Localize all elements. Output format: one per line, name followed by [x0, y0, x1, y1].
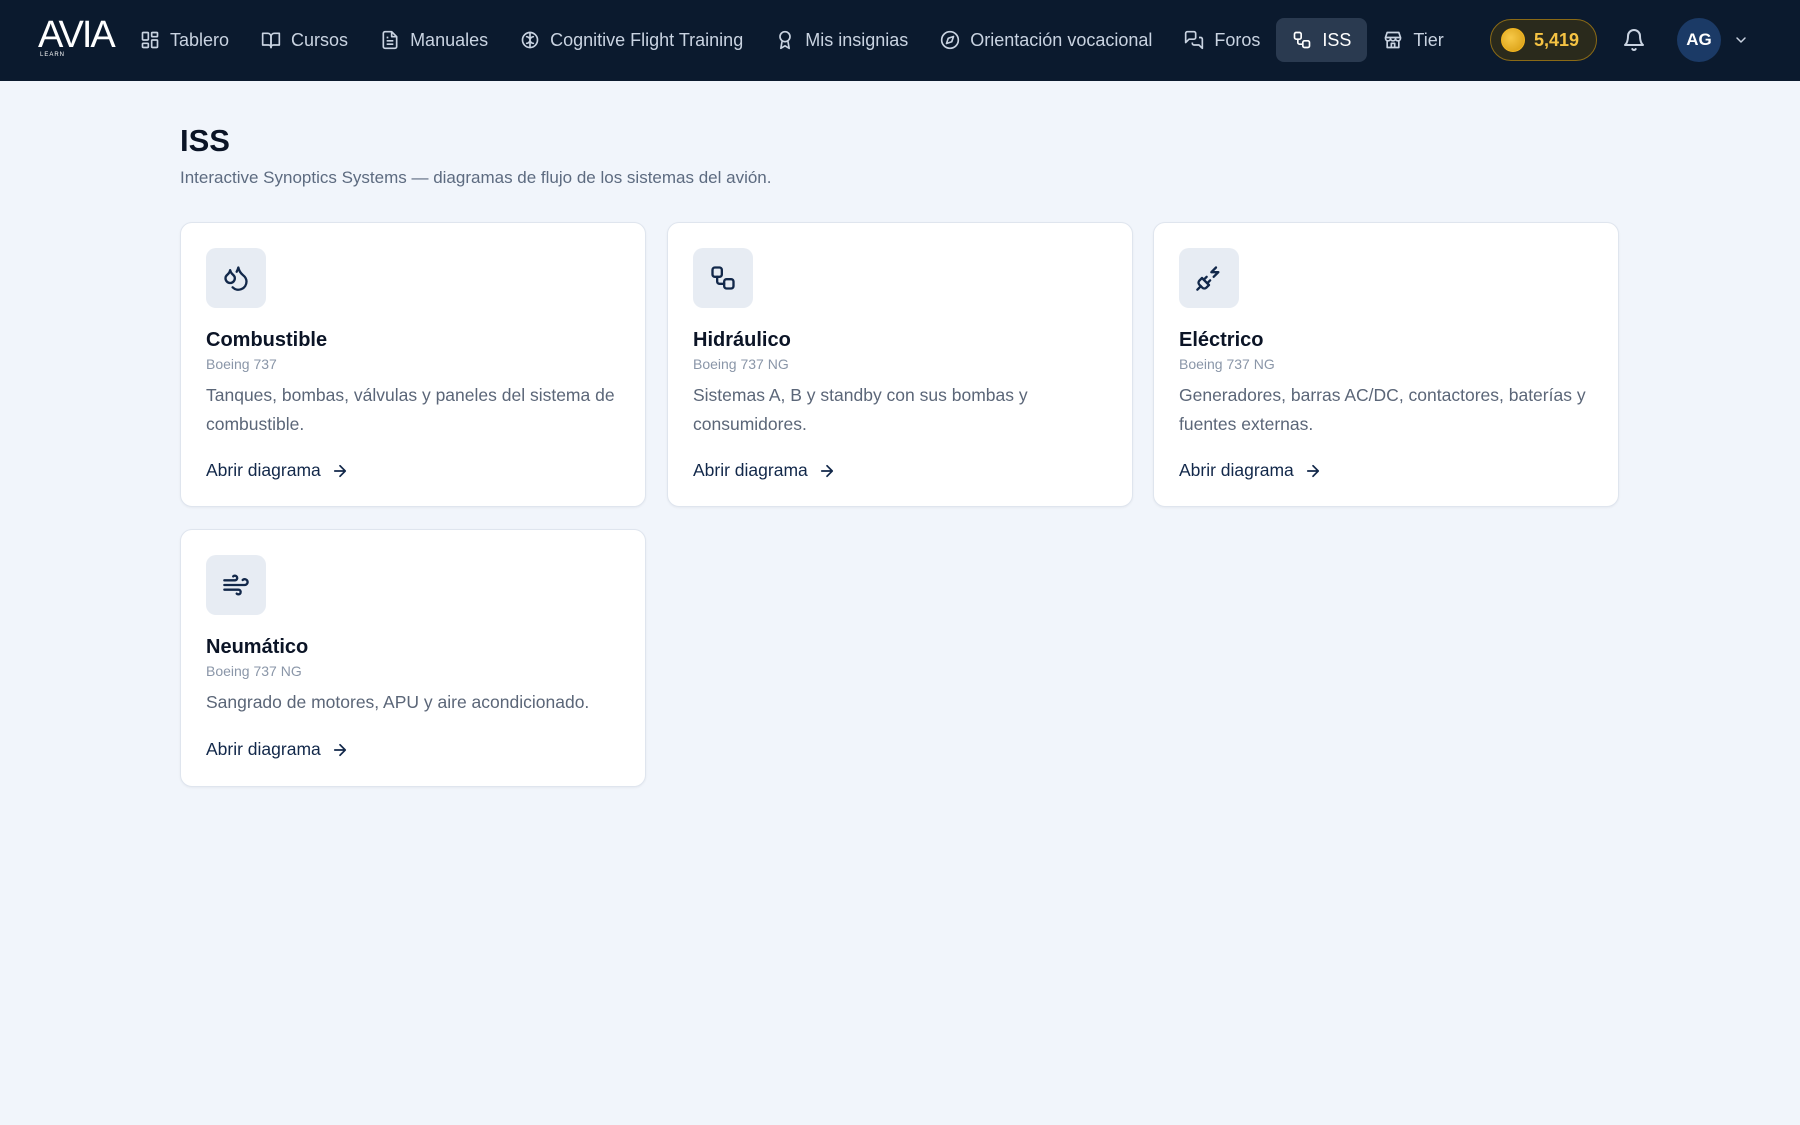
card-title: Hidráulico: [693, 329, 791, 351]
nav-label: Foros: [1214, 29, 1261, 50]
card-model: Boeing 737 NG: [1179, 356, 1275, 372]
nav-label: Mis insignias: [805, 29, 909, 50]
top-navbar: AVIA LEARN Tablero Cursos Manuales Cogni…: [0, 0, 1800, 81]
open-diagram-link[interactable]: Abrir diagrama: [1179, 460, 1322, 481]
system-card-electrico[interactable]: Eléctrico Boeing 737 NG Generadores, bar…: [1153, 222, 1619, 507]
document-icon: [380, 30, 400, 50]
system-card-combustible[interactable]: Combustible Boeing 737 Tanques, bombas, …: [180, 222, 646, 507]
chevron-down-icon[interactable]: [1733, 32, 1749, 48]
compass-icon: [940, 30, 960, 50]
plug-zap-icon: [1179, 248, 1239, 308]
page-title: ISS: [180, 123, 230, 158]
nav-label: Tier: [1413, 29, 1444, 50]
card-model: Boeing 737 NG: [206, 663, 302, 679]
open-diagram-link[interactable]: Abrir diagrama: [693, 460, 836, 481]
nav-item-foros[interactable]: Foros: [1168, 18, 1276, 62]
nav-label: Manuales: [410, 29, 489, 50]
nav-item-cognitive-flight-training[interactable]: Cognitive Flight Training: [504, 18, 759, 62]
open-diagram-link[interactable]: Abrir diagrama: [206, 460, 349, 481]
open-diagram-label: Abrir diagrama: [693, 460, 808, 480]
arrow-right-icon: [820, 464, 833, 477]
card-description: Sistemas A, B y standby con sus bombas y…: [693, 385, 1028, 434]
main-nav: Tablero Cursos Manuales Cognitive Flight…: [124, 17, 1460, 63]
wind-icon: [206, 555, 266, 615]
nav-label: Cognitive Flight Training: [550, 29, 744, 50]
book-icon: [261, 30, 281, 50]
nav-item-cursos[interactable]: Cursos: [245, 18, 364, 62]
nav-label: Tablero: [170, 29, 230, 50]
nav-item-manuales[interactable]: Manuales: [364, 18, 504, 62]
app-logo[interactable]: AVIA LEARN: [38, 16, 116, 62]
nav-item-orientacion-vocacional[interactable]: Orientación vocacional: [924, 18, 1168, 62]
card-description: Tanques, bombas, válvulas y paneles del …: [206, 385, 615, 434]
coin-icon: [1501, 28, 1525, 52]
page-subtitle: Interactive Synoptics Systems — diagrama…: [180, 168, 772, 187]
open-diagram-label: Abrir diagrama: [206, 460, 321, 480]
card-title: Eléctrico: [1179, 329, 1264, 351]
brain-icon: [520, 30, 540, 50]
arrow-right-icon: [333, 464, 346, 477]
nav-label: ISS: [1322, 29, 1352, 50]
coin-balance[interactable]: 5,419: [1490, 19, 1597, 61]
store-icon: [1383, 30, 1403, 50]
card-title: Combustible: [206, 329, 328, 351]
dashboard-icon: [140, 30, 160, 50]
nav-label: Cursos: [291, 29, 349, 50]
coin-amount: 5,419: [1534, 29, 1580, 50]
bell-icon[interactable]: [1622, 28, 1646, 52]
workflow-icon: [693, 248, 753, 308]
nav-item-tier[interactable]: Tier: [1367, 18, 1459, 62]
card-title: Neumático: [206, 636, 309, 658]
card-model: Boeing 737 NG: [693, 356, 789, 372]
nav-item-mis-insignias[interactable]: Mis insignias: [759, 18, 924, 62]
card-description: Sangrado de motores, APU y aire acondici…: [206, 692, 590, 712]
chat-icon: [1184, 30, 1204, 50]
system-card-neumatico[interactable]: Neumático Boeing 737 NG Sangrado de moto…: [180, 529, 646, 787]
open-diagram-link[interactable]: Abrir diagrama: [206, 739, 349, 760]
card-description: Generadores, barras AC/DC, contactores, …: [1179, 385, 1586, 434]
logo-subtext: LEARN: [40, 52, 66, 58]
workflow-icon: [1292, 30, 1312, 50]
nav-item-tablero[interactable]: Tablero: [124, 18, 245, 62]
arrow-right-icon: [1306, 464, 1319, 477]
system-card-hidraulico[interactable]: Hidráulico Boeing 737 NG Sistemas A, B y…: [667, 222, 1133, 507]
avatar[interactable]: AG: [1677, 18, 1721, 62]
open-diagram-label: Abrir diagrama: [206, 739, 321, 759]
award-icon: [775, 30, 795, 50]
arrow-right-icon: [333, 743, 346, 756]
droplets-icon: [206, 248, 266, 308]
nav-label: Orientación vocacional: [970, 29, 1153, 50]
nav-item-iss[interactable]: ISS: [1276, 18, 1368, 62]
card-model: Boeing 737: [206, 356, 277, 372]
open-diagram-label: Abrir diagrama: [1179, 460, 1294, 480]
logo-wordmark: AVIA: [38, 14, 116, 56]
